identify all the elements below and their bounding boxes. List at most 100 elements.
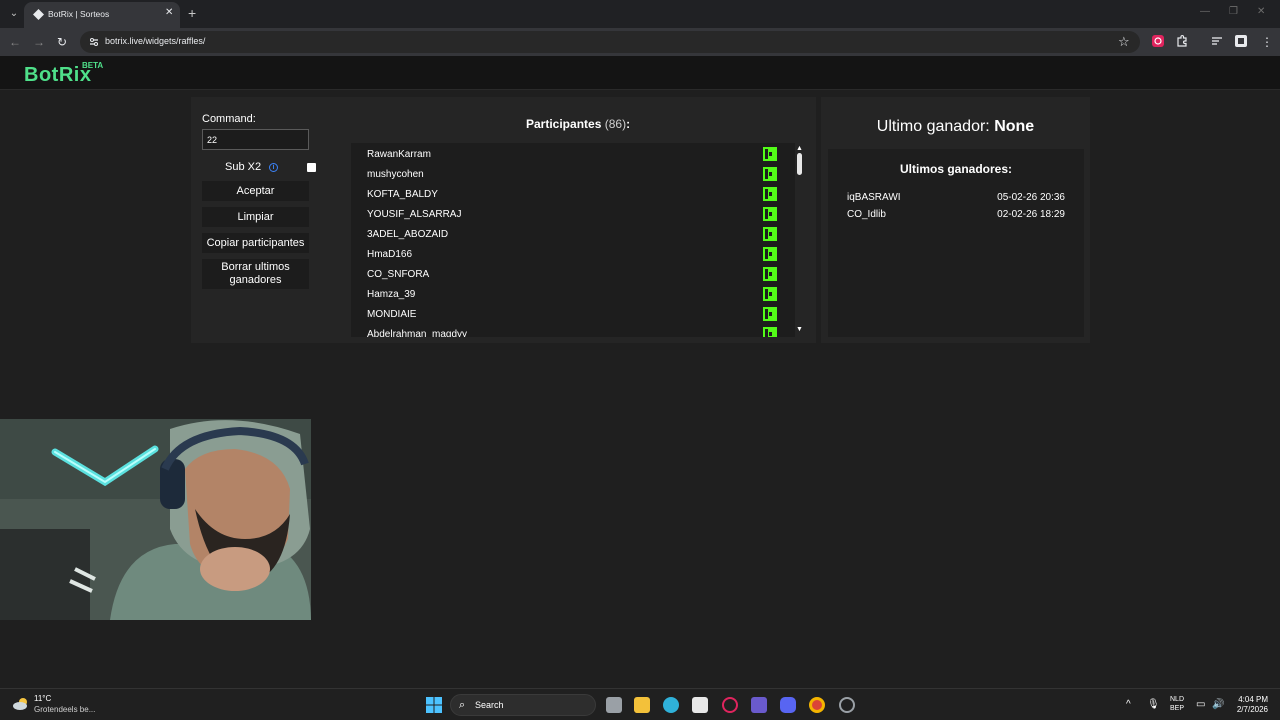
winner-date: 05-02-26 20:36 xyxy=(997,192,1065,203)
kick-icon xyxy=(763,287,777,301)
participant-name: YOUSIF_ALSARRAJ xyxy=(367,209,462,220)
participants-label: Participantes xyxy=(526,117,602,131)
tab-search-icon[interactable]: ⌄ xyxy=(6,6,22,22)
taskbar-search[interactable]: ⌕ Search xyxy=(450,694,596,716)
kick-icon xyxy=(763,267,777,281)
clock-time: 4:04 PM xyxy=(1238,695,1268,704)
botrix-favicon-icon xyxy=(33,9,44,20)
site-info-icon[interactable] xyxy=(88,36,100,48)
back-icon[interactable]: ← xyxy=(9,35,21,49)
app-icon[interactable] xyxy=(751,697,767,713)
participant-row: Abdelrahman_magdyy xyxy=(351,324,783,337)
store-icon[interactable] xyxy=(692,697,708,713)
tab-close-icon[interactable]: ✕ xyxy=(165,7,173,18)
browser-tab[interactable]: BotRix | Sorteos ✕ xyxy=(24,2,180,28)
menu-dots-icon[interactable]: ⋮ xyxy=(1261,35,1273,49)
participant-name: MONDIAIE xyxy=(367,309,417,320)
weather-temp: 11°C xyxy=(34,694,52,703)
weather-cloud-icon[interactable] xyxy=(12,697,30,711)
command-label: Command: xyxy=(202,113,256,125)
scroll-up-icon[interactable]: ▲ xyxy=(796,145,803,152)
windows-start-icon[interactable] xyxy=(426,697,442,713)
kick-icon xyxy=(763,207,777,221)
scroll-thumb[interactable] xyxy=(797,153,802,175)
record-app-icon[interactable] xyxy=(722,697,738,713)
close-window-icon[interactable]: ✕ xyxy=(1257,6,1265,17)
kick-icon xyxy=(763,187,777,201)
forward-icon[interactable]: → xyxy=(33,35,45,49)
kick-icon xyxy=(763,327,777,337)
participants-scrollbar[interactable]: ▲ ▼ xyxy=(794,143,806,337)
sub-x2-checkbox[interactable] xyxy=(307,163,316,172)
info-icon[interactable]: i xyxy=(269,163,278,172)
microphone-icon[interactable]: 🎙 xyxy=(1147,699,1160,710)
extensions-puzzle-icon[interactable] xyxy=(1175,34,1189,48)
scroll-down-icon[interactable]: ▼ xyxy=(796,326,803,333)
participant-name: HmaD166 xyxy=(367,249,413,260)
search-label: Search xyxy=(475,700,504,710)
address-bar[interactable]: botrix.live/widgets/raffles/ ☆ xyxy=(80,31,1140,53)
participants-colon: : xyxy=(626,117,631,131)
webcam-overlay xyxy=(0,419,311,620)
winner-row: iqBASRAWI 05-02-26 20:36 xyxy=(847,192,1065,206)
winner-date: 02-02-26 18:29 xyxy=(997,209,1065,220)
participant-name: Abdelrahman_magdyy xyxy=(367,329,468,337)
participant-row: KOFTA_BALDY xyxy=(351,184,783,204)
participants-list[interactable]: RawanKarram mushycohen KOFTA_BALDY YOUSIF_A… xyxy=(351,143,795,337)
file-explorer-icon[interactable] xyxy=(634,697,650,713)
participant-row: MONDIAIE xyxy=(351,304,783,324)
participant-row: 3ADEL_ABOZAID xyxy=(351,224,783,244)
participant-name: KOFTA_BALDY xyxy=(367,189,438,200)
beta-badge: BETA xyxy=(82,61,104,70)
restore-icon[interactable]: ❐ xyxy=(1229,6,1238,17)
participant-row: CO_SNFORA xyxy=(351,264,783,284)
command-input[interactable] xyxy=(202,129,309,150)
copy-participants-button[interactable]: Copiar participantes xyxy=(202,233,309,253)
bookmark-star-icon[interactable]: ☆ xyxy=(1118,34,1130,50)
participant-name: RawanKarram xyxy=(367,149,431,160)
reading-list-icon[interactable] xyxy=(1210,34,1224,48)
minimize-icon[interactable]: — xyxy=(1200,6,1210,17)
kick-icon xyxy=(763,167,777,181)
participant-row: HmaD166 xyxy=(351,244,783,264)
participant-name: mushycohen xyxy=(367,169,424,180)
extension-record-icon[interactable] xyxy=(1151,34,1165,48)
clear-button[interactable]: Limpiar xyxy=(202,207,309,227)
browser-toolbar: ← → ↻ botrix.live/widgets/raffles/ ☆ ⋮ xyxy=(0,28,1280,56)
profile-icon[interactable] xyxy=(1234,34,1248,48)
clock-date: 2/7/2026 xyxy=(1236,705,1268,714)
participant-row: RawanKarram xyxy=(351,144,783,164)
participants-count: (86) xyxy=(604,117,627,131)
tray-chevron-icon[interactable]: ^ xyxy=(1126,699,1131,710)
recent-winners-title: Ultimos ganadores: xyxy=(899,162,1013,176)
participant-row: YOUSIF_ALSARRAJ xyxy=(351,204,783,224)
settings-app-icon[interactable] xyxy=(839,697,855,713)
last-winner: Ultimo ganador: None xyxy=(821,118,1090,136)
chrome-icon[interactable] xyxy=(809,697,825,713)
kick-icon xyxy=(763,227,777,241)
winner-row: CO_Idlib 02-02-26 18:29 xyxy=(847,209,1065,223)
task-view-icon[interactable] xyxy=(606,697,622,713)
winner-name: iqBASRAWI xyxy=(847,192,901,203)
windows-taskbar: 11°C Grotendeels be... ⌕ Search ^ 🎙 NLD B… xyxy=(0,688,1280,720)
clock[interactable]: 4:04 PM 2/7/2026 xyxy=(1230,695,1268,715)
edge-icon[interactable] xyxy=(663,697,679,713)
reload-icon[interactable]: ↻ xyxy=(57,35,67,49)
winners-panel: Ultimo ganador: None Ultimos ganadores: … xyxy=(821,97,1090,343)
kick-icon xyxy=(763,147,777,161)
discord-icon[interactable] xyxy=(780,697,796,713)
language-indicator[interactable]: NLD BEP xyxy=(1170,695,1184,713)
network-icon[interactable]: ▭ xyxy=(1196,699,1205,710)
webcam-image xyxy=(0,419,311,620)
language-code: NLD xyxy=(1170,696,1185,703)
raffle-panel: Command: Sub X2 i Aceptar Limpiar Copiar… xyxy=(191,97,816,343)
keyboard-layout: BEP xyxy=(1170,705,1185,712)
accept-button[interactable]: Aceptar xyxy=(202,181,309,201)
new-tab-icon[interactable]: + xyxy=(188,5,196,21)
volume-icon[interactable]: 🔊 xyxy=(1212,699,1224,710)
participant-name: Hamza_39 xyxy=(367,289,416,300)
url-text: botrix.live/widgets/raffles/ xyxy=(105,36,206,46)
clear-winners-button[interactable]: Borrar ultimos ganadores xyxy=(202,259,309,289)
participants-title: Participantes (86): xyxy=(526,117,630,131)
weather-desc: Grotendeels be... xyxy=(34,705,96,714)
